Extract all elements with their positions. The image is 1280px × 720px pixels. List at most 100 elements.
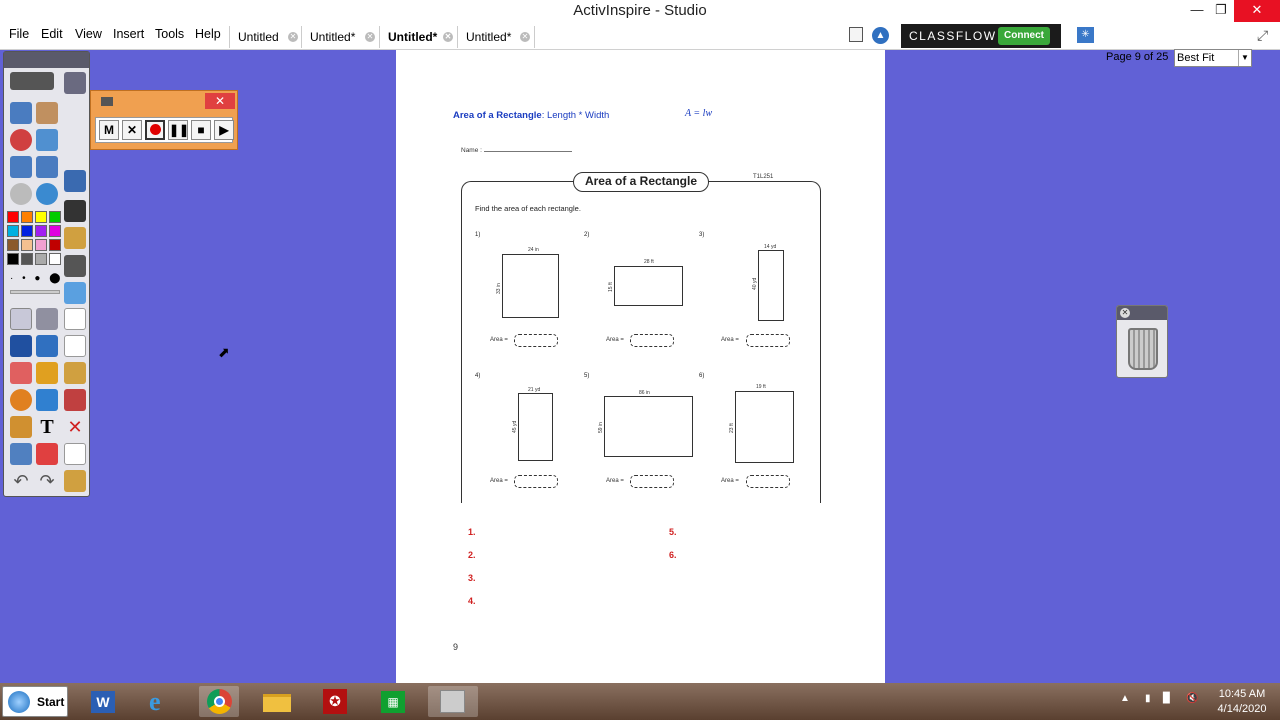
spotlight-icon[interactable] xyxy=(64,282,86,304)
color-swatch-purple[interactable] xyxy=(35,225,47,237)
tools-icon[interactable] xyxy=(36,308,58,330)
signal-icon[interactable]: ▉ xyxy=(1163,693,1171,704)
flask-icon[interactable] xyxy=(10,443,32,465)
color-swatch-pink[interactable] xyxy=(35,239,47,251)
play-icon[interactable]: ▶ xyxy=(214,120,234,140)
word-icon[interactable]: W xyxy=(83,686,123,717)
color-swatch-black[interactable] xyxy=(7,253,19,265)
annotate-icon[interactable] xyxy=(64,362,86,384)
delete-icon[interactable]: ✕ xyxy=(64,416,86,438)
color-swatch-magenta[interactable] xyxy=(49,225,61,237)
menu-edit[interactable]: Edit xyxy=(41,27,63,41)
tab-close-icon[interactable]: ✕ xyxy=(365,32,375,42)
pen-icon[interactable] xyxy=(10,335,32,357)
play-icon[interactable] xyxy=(10,183,32,205)
color-swatch-cyan[interactable] xyxy=(7,225,19,237)
width-slider[interactable] xyxy=(10,290,60,294)
cancel-icon[interactable]: ✕ xyxy=(122,120,142,140)
start-button[interactable]: Start xyxy=(2,686,68,717)
color-swatch-brown[interactable] xyxy=(7,239,19,251)
page-browser-icon[interactable] xyxy=(849,27,863,42)
fill-icon[interactable] xyxy=(36,362,58,384)
record-page-icon[interactable] xyxy=(64,389,86,411)
volume-muted-icon[interactable]: 🔇 xyxy=(1186,693,1198,704)
color-swatch-white[interactable] xyxy=(49,253,61,265)
area-answer-box[interactable] xyxy=(630,334,674,347)
recorder-close-button[interactable]: ✕ xyxy=(205,93,235,109)
reset-icon[interactable] xyxy=(10,129,32,151)
pause-icon[interactable]: ❚❚ xyxy=(168,120,189,140)
restore-button[interactable]: ❐ xyxy=(1205,0,1237,22)
connector-icon[interactable] xyxy=(36,389,58,411)
area-answer-box[interactable] xyxy=(514,334,558,347)
show-hidden-icons[interactable]: ▲ xyxy=(1120,693,1130,704)
refresh-icon[interactable] xyxy=(36,443,58,465)
menu-file[interactable]: File xyxy=(9,27,29,41)
close-icon[interactable]: ✕ xyxy=(1120,308,1130,318)
stop-icon[interactable]: ■ xyxy=(191,120,211,140)
redo-icon[interactable]: ↷ xyxy=(36,470,58,492)
color-swatch-dark-gray[interactable] xyxy=(21,253,33,265)
network-icon[interactable]: ✳ xyxy=(1077,27,1094,43)
trash-can[interactable]: ✕ xyxy=(1116,305,1168,378)
select-arrow-icon[interactable] xyxy=(10,308,32,330)
chrome-icon[interactable] xyxy=(199,686,239,717)
close-window-button[interactable]: ✕ xyxy=(1234,0,1280,22)
clock[interactable]: 10:45 AM 4/14/2020 xyxy=(1212,687,1272,717)
acrobat-icon[interactable]: ✪ xyxy=(315,686,355,717)
previous-page-icon[interactable] xyxy=(10,156,32,178)
store-icon[interactable]: ▦ xyxy=(373,686,413,717)
tab-untitled-3[interactable]: Untitled* ✕ xyxy=(379,26,457,48)
tab-close-icon[interactable]: ✕ xyxy=(443,32,453,42)
color-swatch-dark-red[interactable] xyxy=(49,239,61,251)
pen-width-icon[interactable]: · • ● ⬤ xyxy=(10,273,63,284)
color-swatch-blue[interactable] xyxy=(21,225,33,237)
clipboard-icon[interactable] xyxy=(64,255,86,277)
color-swatch-yellow[interactable] xyxy=(35,211,47,223)
zoom-select[interactable]: Best Fit ▼ xyxy=(1174,49,1252,67)
file-explorer-icon[interactable] xyxy=(257,686,297,717)
browser-icon[interactable] xyxy=(36,183,58,205)
area-answer-box[interactable] xyxy=(514,475,558,488)
desktop-annotate-icon[interactable] xyxy=(36,129,58,151)
fullscreen-icon[interactable]: ⤢ xyxy=(1257,27,1268,44)
area-answer-box[interactable] xyxy=(630,475,674,488)
flipchart-page[interactable]: Area of a Rectangle: Length * Width A = … xyxy=(396,50,885,683)
toolbox-header[interactable] xyxy=(4,52,89,68)
color-swatch-red[interactable] xyxy=(7,211,19,223)
shape-icon[interactable] xyxy=(10,389,32,411)
battery-icon[interactable]: ▮ xyxy=(1145,693,1151,704)
tab-close-icon[interactable]: ✕ xyxy=(288,32,298,42)
new-page-icon[interactable] xyxy=(64,335,86,357)
camera-icon[interactable] xyxy=(64,200,86,222)
page-icon[interactable] xyxy=(64,308,86,330)
marker-icon[interactable] xyxy=(36,335,58,357)
color-swatch-green[interactable] xyxy=(49,211,61,223)
flipchart-icon[interactable] xyxy=(10,102,32,124)
area-answer-box[interactable] xyxy=(746,334,790,347)
gallery-icon[interactable] xyxy=(36,102,58,124)
connect-button[interactable]: Connect xyxy=(998,27,1050,45)
mute-button[interactable]: M xyxy=(99,120,119,140)
color-swatch-gray[interactable] xyxy=(35,253,47,265)
record-button[interactable] xyxy=(145,120,165,140)
eraser-icon[interactable] xyxy=(10,362,32,384)
menu-insert[interactable]: Insert xyxy=(113,27,144,41)
tab-untitled-1[interactable]: Untitled ✕ xyxy=(229,26,301,48)
text-icon[interactable]: T xyxy=(36,416,58,438)
area-answer-box[interactable] xyxy=(746,475,790,488)
next-page-icon[interactable] xyxy=(36,156,58,178)
undo-icon[interactable]: ↶ xyxy=(10,470,32,492)
rocket-icon[interactable]: ▲ xyxy=(872,27,889,44)
highlighter-icon[interactable] xyxy=(64,227,86,249)
magic-ink-icon[interactable] xyxy=(10,416,32,438)
internet-explorer-icon[interactable]: e xyxy=(141,686,181,717)
menu-tools[interactable]: Tools xyxy=(155,27,184,41)
tab-untitled-4[interactable]: Untitled* ✕ xyxy=(457,26,535,48)
tab-untitled-2[interactable]: Untitled* ✕ xyxy=(301,26,379,48)
tab-close-icon[interactable]: ✕ xyxy=(520,32,530,42)
copy-icon[interactable] xyxy=(64,443,86,465)
pen-tray-icon[interactable] xyxy=(64,72,86,94)
screen-shade-icon[interactable] xyxy=(64,170,86,192)
pin-icon[interactable] xyxy=(64,470,86,492)
